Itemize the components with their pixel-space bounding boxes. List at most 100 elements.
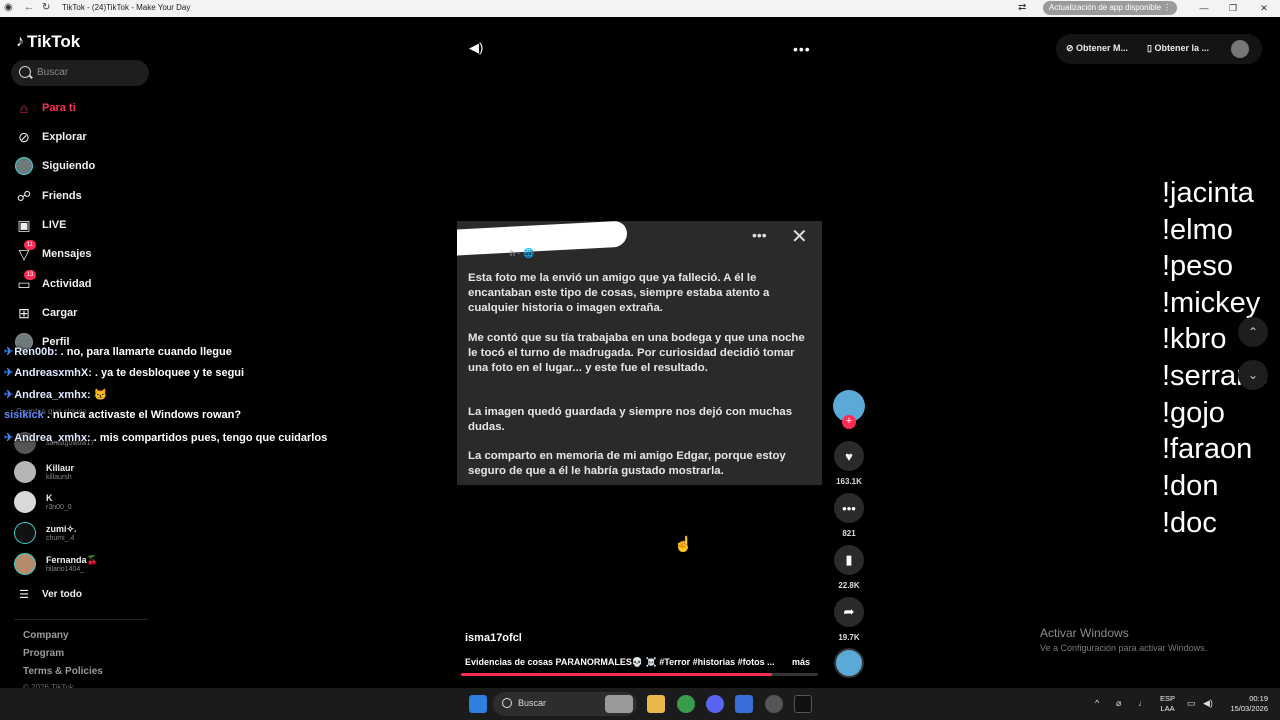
nav-item-live[interactable]: ▣ LIVE [14,214,164,236]
nav-item-friends[interactable]: ☍ Friends [14,185,164,207]
share-button[interactable]: ➦ [834,597,864,627]
pin-icon: ✈ [4,389,14,401]
chat-user: AndreasxmhX: [14,367,92,379]
activity-badge: 13 [24,270,36,280]
activate-title: Activar Windows [1040,626,1129,640]
command-text: !gojo [1162,397,1225,429]
hand-cursor-icon: ☝ [674,536,693,553]
post-meta: h · 🌐 [510,248,535,258]
network-off-icon[interactable]: ⌀ [1116,698,1121,709]
nav-label: Mensajes [42,248,92,260]
footer-link-company[interactable]: Company [23,630,69,641]
account-item[interactable]: Kr3n00_0 [14,490,72,514]
footer-link-program[interactable]: Program [23,648,64,659]
comment-count: 821 [842,529,856,538]
chevron-up-icon[interactable]: ^ [1095,698,1099,708]
refresh-icon[interactable]: ↻ [42,2,50,14]
close-window-icon[interactable]: ✕ [1254,1,1274,15]
like-button[interactable]: ♥ [834,441,864,471]
command-text: !doc [1162,507,1217,539]
translate-icon[interactable]: ⇄ [1018,2,1026,14]
more-link[interactable]: más [792,657,810,667]
video-progress-bar[interactable] [461,673,818,676]
save-button[interactable]: ▮ [834,545,864,575]
nav-label: Para ti [42,102,76,114]
avatar [14,461,36,483]
tiktok-logo[interactable]: ♪ TikTok [16,32,80,52]
profile-avatar[interactable] [1231,40,1249,58]
chrome-icon[interactable] [677,695,695,713]
music-disc-avatar[interactable] [834,648,864,678]
language-indicator[interactable]: ESP LAA [1160,694,1175,714]
system-clock[interactable]: 00:19 15/03/2026 [1222,694,1268,714]
nav-item-para-ti[interactable]: ⌂ Para ti [14,97,164,119]
volume-icon[interactable]: ◀) [469,40,485,56]
file-explorer-icon[interactable] [647,695,665,713]
activity-icon: ▭ 13 [14,270,36,294]
command-text: !faraon [1162,433,1253,465]
nav-item-actividad[interactable]: ▭ 13 Actividad [14,270,164,295]
command-text: !peso [1162,250,1233,282]
display-icon[interactable]: ▭ [1187,698,1196,709]
more-options-icon[interactable]: ••• [793,41,811,57]
obs-icon[interactable] [765,695,783,713]
messages-badge: 11 [24,240,36,250]
kebab-menu-icon[interactable]: ⋮ [1163,1,1171,15]
home-icon: ⌂ [19,100,29,116]
clock-date: 15/03/2026 [1230,704,1268,713]
tiktok-taskbar-icon[interactable] [794,695,812,713]
command-text: !jacinta [1162,177,1254,209]
account-item[interactable]: Fernanda🍒 hilario1404_ [14,552,98,576]
video-username[interactable]: isma17ofcl [465,632,522,644]
maximize-icon[interactable]: ❐ [1223,1,1243,15]
footer-link-terms[interactable]: Terms & Policies [23,666,103,677]
search-placeholder: Buscar [37,67,69,78]
chat-text: . ya te desbloquee y te segui [91,367,245,379]
pin-icon: ✈ [4,346,14,358]
get-app-button[interactable]: ▯ Obtener la ... [1147,43,1209,54]
minimize-icon[interactable]: — [1194,1,1214,15]
lang-code: ESP [1160,694,1176,703]
post-paragraph: La imagen quedó guardada y siempre nos d… [468,406,793,433]
account-item[interactable]: zumi✧. chumi_.4 [14,521,77,545]
chat-message: sisikick . nunca activaste el Windows ro… [4,409,241,421]
update-available-button[interactable]: Actualización de app disponible ⋮ [1043,1,1177,15]
nav-item-mensajes[interactable]: ▽ 11 Mensajes [14,240,164,265]
chat-text: . nunca activaste el Windows rowan? [43,409,242,421]
microphone-icon[interactable]: ♩ [1138,698,1147,708]
back-icon[interactable]: ← [24,2,34,14]
following-avatar [14,156,34,176]
window-title: TikTok - (24)TikTok - Make Your Day [62,3,191,12]
post-paragraph: La comparto en memoria de mi amigo Edgar… [468,450,786,477]
post-paragraph: Me contó que su tía trabajaba en una bod… [468,332,805,374]
app-icon[interactable] [735,695,753,713]
follow-plus-icon[interactable]: + [842,415,856,429]
search-icon [19,66,31,78]
taskbar-search[interactable]: Buscar [493,692,637,716]
search-input[interactable]: Buscar [11,60,149,86]
account-handle: r3n00_0 [46,503,72,511]
account-name: zumi✧. [46,523,77,534]
avatar [14,553,36,575]
speaker-icon[interactable]: ◀) [1203,698,1213,709]
comment-button[interactable]: ••• [834,493,864,523]
video-post-card[interactable]: h · 🌐 ••• ✕ Esta foto me la envió un ami… [457,220,822,485]
taskbar-search-label: Buscar [518,698,547,708]
nav-item-cargar[interactable]: ⊞ Cargar [14,302,164,324]
heart-icon: ♥ [845,448,853,464]
get-coins-button[interactable]: ⊘ Obtener M... [1066,43,1128,54]
nav-item-siguiendo[interactable]: Siguiendo [14,155,164,177]
next-video-button[interactable]: ⌄ [1238,360,1268,390]
see-all-button[interactable]: ☰ Ver todo [14,583,164,605]
chevron-up-icon: ⌃ [1247,325,1259,339]
get-app-label: Obtener la ... [1154,43,1209,53]
account-item[interactable]: Killaur killaursh [14,460,74,484]
discord-icon[interactable] [706,695,724,713]
account-handle: hilario1404_ [46,565,85,573]
nav-item-explorar[interactable]: ⊘ Explorar [14,126,164,148]
bookmark-icon: ▮ [845,552,853,567]
nav-label: Friends [42,190,82,202]
search-highlight-image [605,695,633,713]
previous-video-button[interactable]: ⌃ [1238,317,1268,347]
windows-start-icon[interactable] [469,695,487,713]
